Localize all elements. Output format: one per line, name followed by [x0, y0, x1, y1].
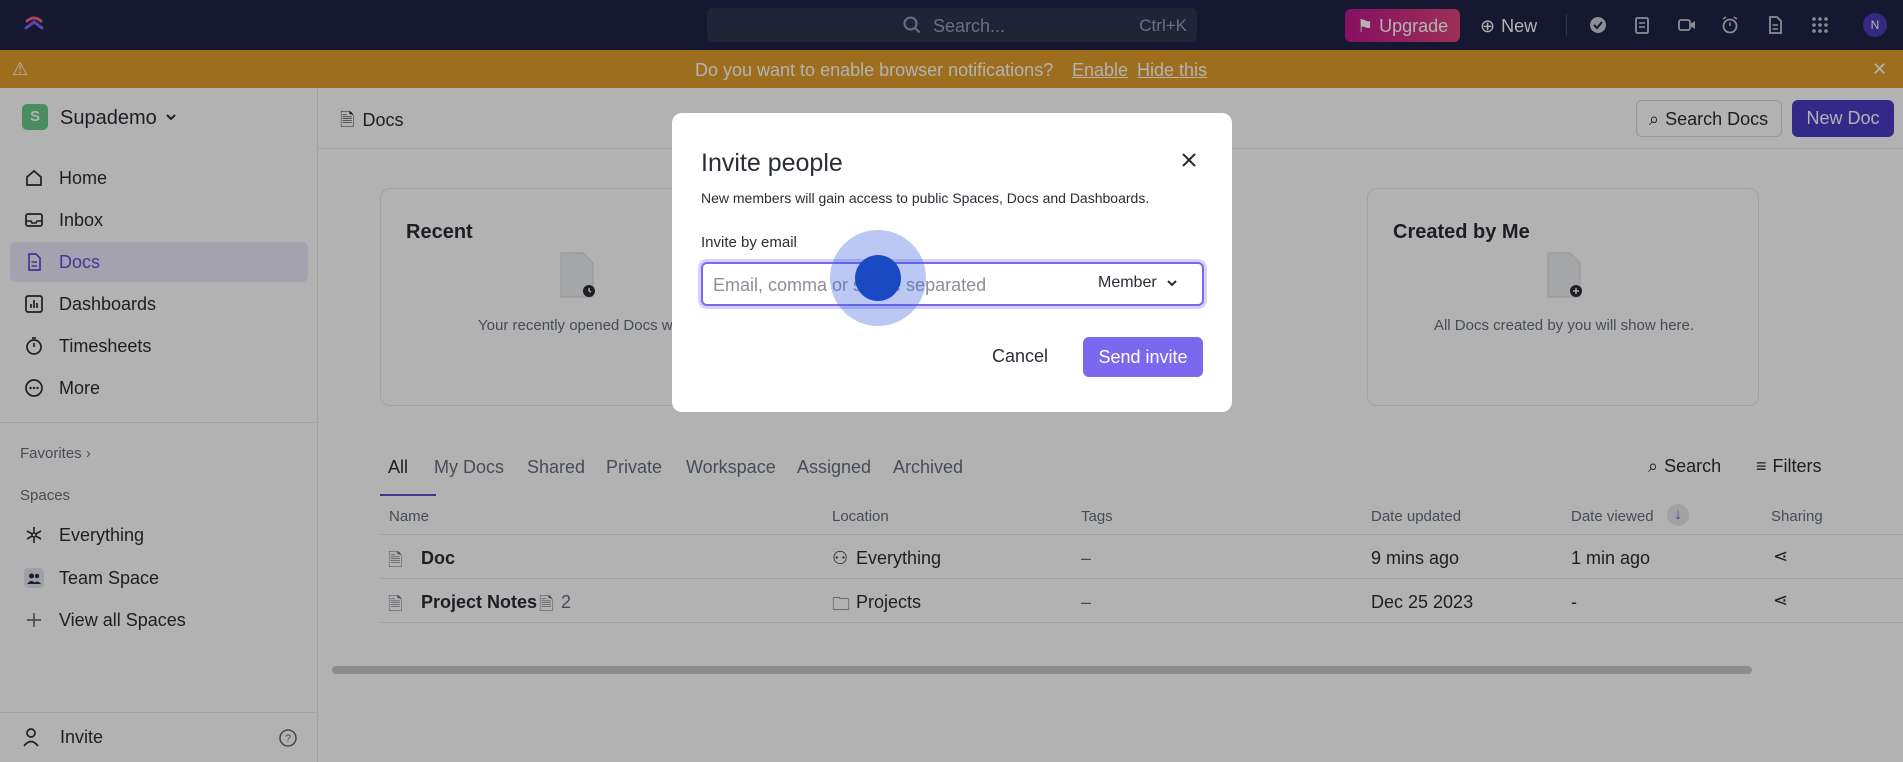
role-value: Member	[1098, 274, 1157, 291]
invite-email-label: Invite by email	[701, 234, 797, 251]
invite-people-dialog: Invite people New members will gain acce…	[672, 113, 1232, 412]
cancel-button[interactable]: Cancel	[992, 346, 1048, 367]
click-indicator	[855, 255, 901, 301]
dialog-title: Invite people	[701, 149, 843, 177]
modal-backdrop-top	[0, 0, 1903, 88]
close-icon[interactable]	[1178, 149, 1200, 171]
email-field-container: Member	[701, 262, 1204, 306]
dialog-subtitle: New members will gain access to public S…	[701, 190, 1150, 206]
send-invite-button[interactable]: Send invite	[1083, 337, 1203, 377]
role-select[interactable]: Member	[1098, 274, 1179, 292]
chevron-down-icon	[1166, 280, 1177, 287]
